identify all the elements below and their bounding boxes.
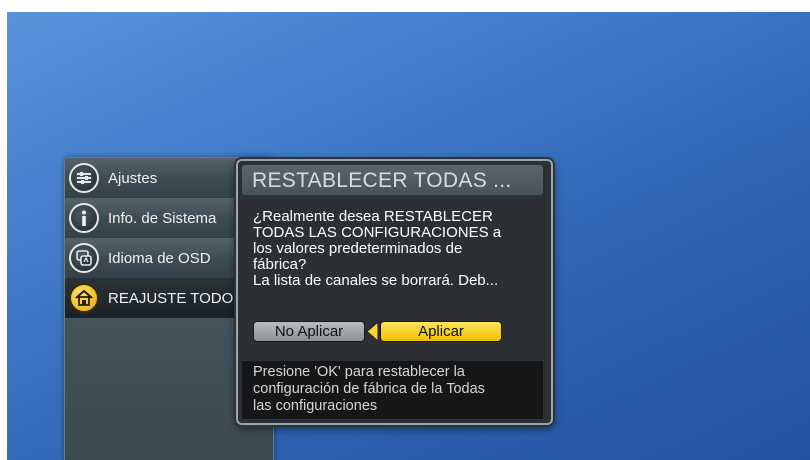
- language-icon: [69, 243, 99, 273]
- dialog-title: RESTABLECER TODAS ...: [242, 165, 543, 195]
- apply-button[interactable]: Aplicar: [380, 321, 502, 342]
- info-icon: [69, 203, 99, 233]
- menu-label-info-sistema: Info. de Sistema: [108, 209, 217, 227]
- help-line: las configuraciones: [253, 398, 378, 414]
- dialog-message: ¿Realmente desea RESTABLECER TODAS LAS C…: [253, 209, 543, 289]
- home-reset-icon: [69, 283, 99, 313]
- help-line: configuración de fábrica de la Todas: [253, 381, 485, 397]
- tv-screen: Ajustes Info. de Sistema Idioma de OSD R…: [7, 12, 810, 460]
- message-line: TODAS LAS CONFIGURACIONES a: [253, 224, 502, 241]
- message-line: fábrica?: [253, 256, 307, 273]
- no-apply-button[interactable]: No Aplicar: [253, 321, 365, 342]
- selection-arrow-icon: [366, 322, 379, 341]
- message-line: ¿Realmente desea RESTABLECER: [253, 208, 493, 225]
- menu-label-idioma-osd: Idioma de OSD: [108, 249, 211, 267]
- help-line: Presione 'OK' para restablecer la: [253, 364, 465, 380]
- dialog-buttons: No Aplicar Aplicar: [253, 321, 533, 343]
- message-line: los valores predeterminados de: [253, 240, 463, 257]
- reset-confirm-dialog: RESTABLECER TODAS ... ¿Realmente desea R…: [236, 159, 553, 425]
- dialog-help-text: Presione 'OK' para restablecer la config…: [242, 361, 543, 419]
- menu-label-ajustes: Ajustes: [108, 169, 158, 187]
- message-line: La lista de canales se borrará. Deb...: [253, 272, 499, 289]
- menu-label-reajuste-todo: REAJUSTE TODO: [108, 289, 234, 307]
- settings-sliders-icon: [69, 163, 99, 193]
